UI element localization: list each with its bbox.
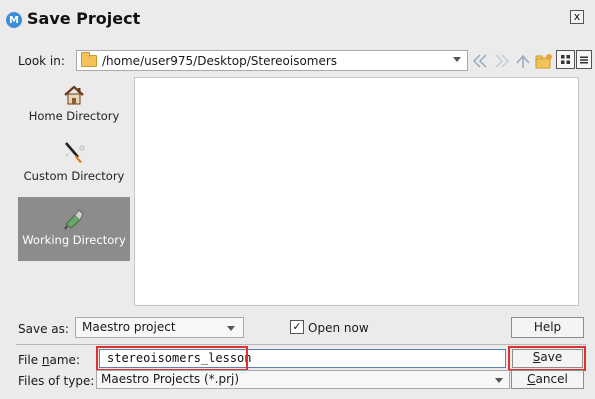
home-icon <box>18 81 130 109</box>
chevron-down-icon <box>453 57 461 62</box>
chevron-down-icon <box>227 326 235 331</box>
help-button[interactable]: Help <box>511 317 584 338</box>
maestro-app-icon: M <box>6 12 22 28</box>
icon-view-button[interactable] <box>556 50 575 69</box>
forward-arrow-icon[interactable] <box>493 52 511 70</box>
back-arrow-icon[interactable] <box>471 52 489 70</box>
save-as-value: Maestro project <box>82 320 176 334</box>
open-now-checkbox[interactable]: ✓ <box>290 320 304 334</box>
chevron-down-icon <box>495 378 503 383</box>
folder-icon <box>81 51 97 67</box>
up-folder-icon[interactable] <box>514 52 532 70</box>
working-directory-icon <box>18 203 130 233</box>
sidebar-item-home-directory[interactable]: Home Directory <box>18 81 130 129</box>
files-of-type-value: Maestro Projects (*.prj) <box>101 372 240 386</box>
places-sidebar: Home Directory Custom Directory Working … <box>18 77 130 306</box>
files-of-type-combo[interactable]: Maestro Projects (*.prj) <box>96 370 510 389</box>
sidebar-item-label: Working Directory <box>22 233 126 247</box>
highlight-box-save <box>508 346 586 371</box>
sidebar-item-working-directory[interactable]: Working Directory <box>18 197 130 261</box>
sidebar-item-label: Home Directory <box>28 109 120 123</box>
file-name-label: File name: <box>18 353 80 367</box>
open-now-label[interactable]: Open now <box>308 321 369 335</box>
sidebar-item-label: Custom Directory <box>23 169 125 183</box>
highlight-box-file-name <box>96 346 248 371</box>
look-in-path: /home/user975/Desktop/Stereoisomers <box>102 53 338 68</box>
files-of-type-label: Files of type: <box>18 374 95 388</box>
dialog-title: Save Project <box>27 9 141 28</box>
close-button[interactable]: x <box>570 10 584 24</box>
sidebar-item-custom-directory[interactable]: Custom Directory <box>18 135 130 191</box>
save-as-label: Save as: <box>18 322 69 336</box>
save-as-combo[interactable]: Maestro project <box>75 317 244 338</box>
cancel-button[interactable]: Cancel <box>511 370 584 389</box>
divider <box>16 344 586 345</box>
file-list-pane[interactable] <box>134 77 579 306</box>
custom-directory-icon <box>18 135 130 169</box>
new-folder-icon[interactable] <box>535 52 553 70</box>
look-in-combo[interactable]: /home/user975/Desktop/Stereoisomers <box>76 50 468 71</box>
look-in-label: Look in: <box>18 54 65 68</box>
list-view-button[interactable] <box>576 50 592 69</box>
